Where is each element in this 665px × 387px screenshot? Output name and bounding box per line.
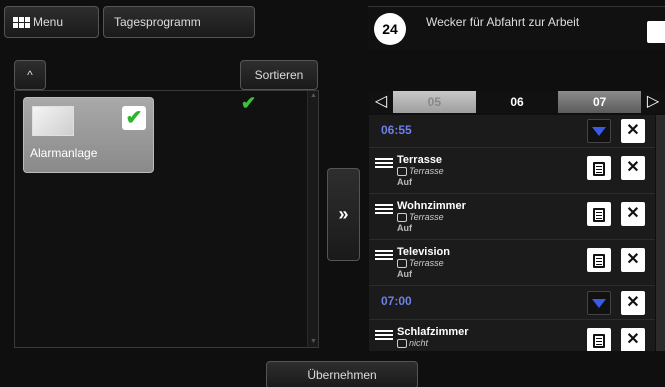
apply-button[interactable]: Übernehmen [266,361,418,387]
link-icon [397,259,407,269]
day-07[interactable]: 07 [558,91,642,113]
expand-down-icon[interactable] [587,119,611,143]
time-label: 07:00 [381,294,412,308]
edit-icon[interactable] [587,202,611,226]
device-list-panel: ✔ Alarmanlage ✔ ▲ ▼ [14,90,319,348]
device-row[interactable]: Schlafzimmer nicht ✕ [369,320,655,351]
left-scrollbar[interactable]: ▲ ▼ [307,91,318,347]
transfer-button[interactable]: » [327,168,360,261]
edit-icon[interactable] [587,156,611,180]
link-icon [397,167,407,177]
alarm-device-icon [32,106,74,136]
day-selector: ◁ 05 06 07 ▷ [369,91,665,113]
sort-button[interactable]: Sortieren [240,60,318,90]
double-chevron-right-icon: » [338,204,349,224]
menu-grid-icon [13,16,30,28]
device-row[interactable]: Television Terrasse Auf ✕ [369,240,655,286]
sort-label: Sortieren [254,68,304,82]
close-icon[interactable]: ✕ [621,202,645,226]
device-name: Terrasse [397,154,443,166]
time-row: 06:55 ✕ [369,115,655,148]
shutter-icon [375,250,393,264]
edit-icon[interactable] [587,248,611,272]
close-icon[interactable]: ✕ [621,119,645,143]
selected-check-icon: ✔ [241,93,257,113]
right-scrollbar[interactable] [656,115,665,351]
tagesprogramm-label: Tagesprogramm [114,15,201,29]
close-icon[interactable]: ✕ [621,248,645,272]
scroll-down-arrow-icon[interactable]: ▼ [308,337,319,347]
time-label: 06:55 [381,123,412,137]
device-name: Television [397,246,450,258]
shutter-icon [375,204,393,218]
device-room: nicht [397,338,428,349]
device-state: Auf [397,269,412,279]
next-day-icon[interactable]: ▷ [641,91,665,113]
menu-button[interactable]: Menu [4,6,99,38]
day-06[interactable]: 06 [475,91,559,113]
tagesprogramm-button[interactable]: Tagesprogramm [103,6,255,38]
chevron-up-icon: ^ [27,68,33,82]
device-row[interactable]: Wohnzimmer Terrasse Auf ✕ [369,194,655,240]
tile-label: Alarmanlage [30,146,98,160]
close-icon[interactable]: ✕ [621,291,645,315]
device-tile-alarmanlage[interactable]: ✔ Alarmanlage [23,97,154,173]
prev-day-icon[interactable]: ◁ [369,91,393,113]
program-title: Wecker für Abfahrt zur Arbeit [426,15,580,29]
scroll-up-button[interactable]: ^ [14,60,46,90]
edit-icon[interactable] [647,21,665,43]
shutter-icon [375,158,393,172]
edit-icon[interactable] [587,328,611,351]
time-row: 07:00 ✕ [369,286,655,320]
day-05[interactable]: 05 [393,91,476,113]
device-row[interactable]: Terrasse Terrasse Auf ✕ [369,148,655,194]
device-name: Wohnzimmer [397,200,466,212]
schedule-list: 06:55 ✕ Terrasse Terrasse Auf ✕ Wohnzimm… [369,115,655,351]
scroll-up-arrow-icon[interactable]: ▲ [308,91,319,101]
apply-label: Übernehmen [307,368,377,382]
expand-down-icon[interactable] [587,291,611,315]
device-state: Auf [397,223,412,233]
check-icon[interactable]: ✔ [122,106,146,130]
shutter-icon [375,330,393,344]
close-icon[interactable]: ✕ [621,328,645,351]
device-name: Schlafzimmer [397,326,469,338]
program-number-badge: 24 [374,13,406,45]
device-room: Terrasse [397,166,444,177]
device-room: Terrasse [397,212,444,223]
device-room: Terrasse [397,258,444,269]
device-state: Auf [397,177,412,187]
close-icon[interactable]: ✕ [621,156,645,180]
menu-label: Menu [33,15,64,29]
link-icon [397,213,407,223]
program-header: 24 Wecker für Abfahrt zur Arbeit [368,6,665,50]
link-icon [397,339,407,349]
